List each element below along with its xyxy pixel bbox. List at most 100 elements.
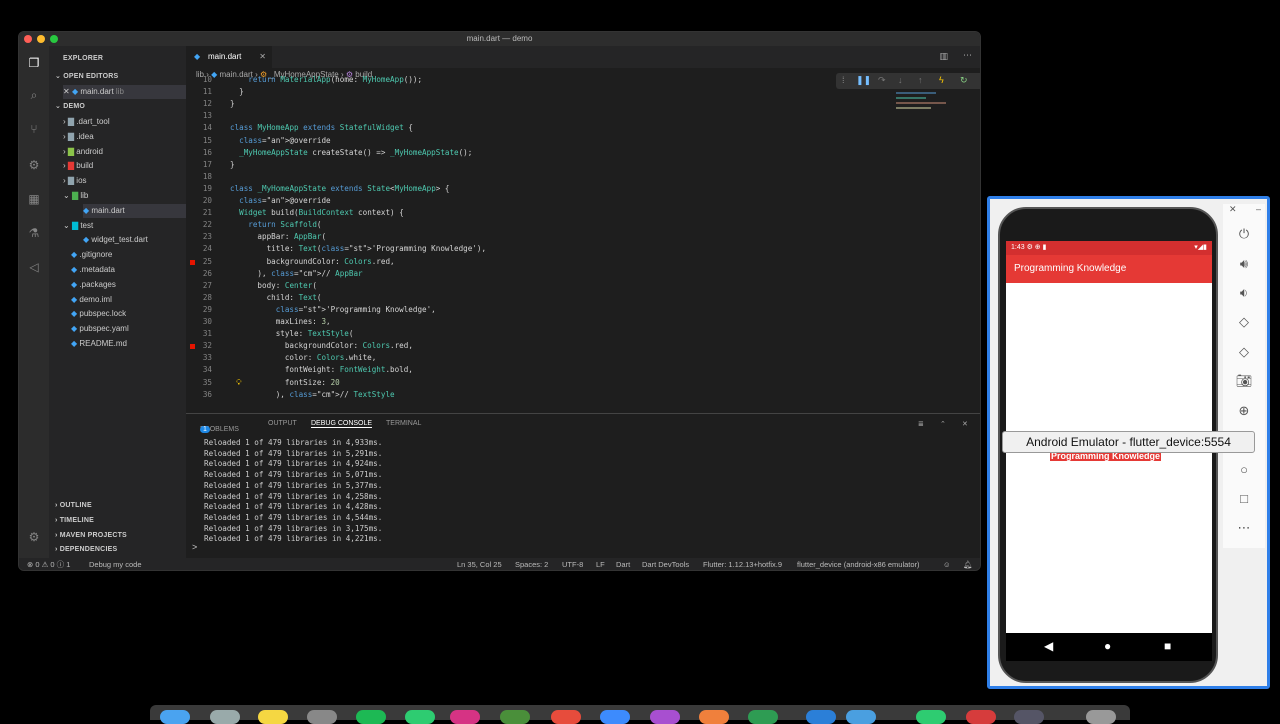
zoom-icon[interactable]: ⊕ xyxy=(1223,403,1265,419)
more-icon[interactable]: ⋯ xyxy=(1223,520,1265,536)
app-icon-green-2[interactable] xyxy=(916,710,946,724)
code-line[interactable]: ), class="cm">// TextStyle xyxy=(230,389,395,401)
volume-up-icon[interactable]: 🔊︎ xyxy=(1223,256,1265,272)
code-line[interactable]: class MyHomeApp extends StatefulWidget { xyxy=(230,122,413,134)
code-line[interactable]: appBar: AppBar( xyxy=(230,231,326,243)
flutter-version[interactable]: Flutter: 1.12.13+hotfix.9 xyxy=(703,558,782,570)
firefox-icon[interactable] xyxy=(699,710,729,724)
code-line[interactable]: Widget build(BuildContext context) { xyxy=(230,207,404,219)
spotify-icon[interactable] xyxy=(356,710,386,724)
code-line[interactable]: fontSize: 20 xyxy=(230,377,340,389)
device-selector[interactable]: flutter_device (android-x86 emulator) xyxy=(797,558,920,570)
recents-icon[interactable]: ■ xyxy=(1164,639,1171,653)
close-panel-icon[interactable]: ✕ xyxy=(962,420,968,428)
files-icon[interactable]: ❐ xyxy=(27,56,41,70)
settings-gear-icon[interactable]: ⚙ xyxy=(27,530,41,544)
filter-icon[interactable]: ≣ xyxy=(918,420,924,428)
open-editor-item[interactable]: ✕ ◆ main.dart lib xyxy=(63,85,186,99)
launchpad-icon[interactable] xyxy=(210,710,240,724)
open-editors-header[interactable]: ⌄ OPEN EDITORS xyxy=(55,70,192,84)
code-line[interactable]: maxLines: 3, xyxy=(230,316,331,328)
code-line[interactable]: class _MyHomeAppState extends State<MyHo… xyxy=(230,183,450,195)
code-line[interactable]: child: Text( xyxy=(230,292,322,304)
file-tree-item[interactable]: › ▇ build xyxy=(63,159,200,173)
minimize-window-button[interactable] xyxy=(37,35,45,43)
lightbulb-icon[interactable]: 💡︎ xyxy=(236,377,242,389)
notifications-icon[interactable]: 🔔︎ xyxy=(963,558,973,570)
devtools[interactable]: Dart DevTools xyxy=(642,558,689,570)
flutter-icon[interactable]: ◁ xyxy=(27,260,41,274)
tab-output[interactable]: OUTPUT xyxy=(268,420,297,427)
code-line[interactable]: _MyHomeAppState createState() => _MyHome… xyxy=(230,147,472,159)
file-tree-item[interactable]: › ▇ android xyxy=(63,145,200,159)
tab-debug-console[interactable]: DEBUG CONSOLE xyxy=(311,420,373,428)
android-studio-icon[interactable] xyxy=(748,710,778,724)
language-mode[interactable]: Dart xyxy=(616,558,630,570)
cursor-position[interactable]: Ln 35, Col 25 xyxy=(457,558,502,570)
outline-header[interactable]: › OUTLINE xyxy=(55,499,192,513)
problems-status[interactable]: ⊗ 0 ⚠ 0 ⓘ 1 xyxy=(27,558,70,570)
console-prompt[interactable]: > xyxy=(192,542,197,552)
timeline-header[interactable]: › TIMELINE xyxy=(55,514,192,528)
overview-icon[interactable]: □ xyxy=(1223,491,1265,506)
zoom-window-button[interactable] xyxy=(50,35,58,43)
code-line[interactable]: return MaterialApp(home: MyHomeApp()); xyxy=(230,74,422,86)
xd-icon[interactable] xyxy=(450,710,480,724)
test-icon[interactable]: ⚗ xyxy=(27,226,41,240)
app-icon-red-2[interactable] xyxy=(966,710,996,724)
minimap[interactable] xyxy=(896,84,966,164)
more-actions-icon[interactable]: ⋯ xyxy=(963,50,972,61)
code-line[interactable]: class="an">@override xyxy=(230,135,330,147)
system-prefs-icon[interactable] xyxy=(307,710,337,724)
source-control-icon[interactable]: ⑂ xyxy=(27,122,41,136)
trash-icon[interactable] xyxy=(1086,710,1116,724)
app-icon-green[interactable] xyxy=(405,710,435,724)
plant-icon[interactable] xyxy=(500,710,530,724)
code-line[interactable]: backgroundColor: Colors.red, xyxy=(230,256,395,268)
code-line[interactable]: return Scaffold( xyxy=(230,219,321,231)
search-icon[interactable]: ⌕ xyxy=(27,88,41,102)
code-line[interactable]: } xyxy=(230,98,235,110)
file-tree-item[interactable]: › ▇ ios xyxy=(63,174,200,188)
rotate-left-icon[interactable]: ◇ xyxy=(1223,314,1265,330)
rotate-right-icon[interactable]: ◇ xyxy=(1223,344,1265,360)
app-icon-dark[interactable] xyxy=(1014,710,1044,724)
app-icon-blue[interactable] xyxy=(600,710,630,724)
close-tab-icon[interactable]: ✕ xyxy=(259,46,266,68)
indentation[interactable]: Spaces: 2 xyxy=(515,558,548,570)
file-tree-item[interactable]: ⌄ ▇ test xyxy=(63,219,200,233)
close-window-button[interactable] xyxy=(24,35,32,43)
feedback-icon[interactable]: ☺ xyxy=(943,558,951,570)
maven-header[interactable]: › MAVEN PROJECTS xyxy=(55,529,192,543)
home-button-icon[interactable]: ○ xyxy=(1223,462,1265,477)
extensions-icon[interactable]: ▦ xyxy=(27,192,41,206)
code-line[interactable]: fontWeight: FontWeight.bold, xyxy=(230,364,413,376)
app-icon-red[interactable] xyxy=(551,710,581,724)
file-tree-item[interactable]: › ▇ .idea xyxy=(63,130,200,144)
volume-down-icon[interactable]: 🔉︎ xyxy=(1223,285,1265,301)
tab-terminal[interactable]: TERMINAL xyxy=(386,420,421,427)
dependencies-header[interactable]: › DEPENDENCIES xyxy=(55,543,192,557)
code-line[interactable]: class="an">@override xyxy=(230,195,330,207)
eol[interactable]: LF xyxy=(596,558,605,570)
debug-status[interactable]: Debug my code xyxy=(89,558,142,570)
code-line[interactable]: ), class="cm">// AppBar xyxy=(230,268,362,280)
code-line[interactable]: color: Colors.white, xyxy=(230,352,376,364)
file-tree-item[interactable]: › ▇ .dart_tool xyxy=(63,115,200,129)
finder-icon[interactable] xyxy=(160,710,190,724)
code-line[interactable]: body: Center( xyxy=(230,280,316,292)
tab-main-dart[interactable]: ◆ main.dart ✕ xyxy=(186,46,272,68)
minimize-emulator-icon[interactable]: – xyxy=(1223,204,1265,214)
code-line[interactable]: backgroundColor: Colors.red, xyxy=(230,340,413,352)
code-line[interactable]: } xyxy=(230,86,244,98)
maximize-panel-icon[interactable]: ⌃ xyxy=(940,420,946,428)
encoding[interactable]: UTF-8 xyxy=(562,558,583,570)
project-header[interactable]: ⌄ DEMO xyxy=(55,100,192,114)
code-editor[interactable]: 10 return MaterialApp(home: MyHomeApp())… xyxy=(186,75,886,408)
split-editor-icon[interactable]: ▥ xyxy=(939,51,948,62)
home-icon[interactable]: ● xyxy=(1104,639,1111,653)
back-icon[interactable]: ◀ xyxy=(1044,639,1053,653)
file-tree-item[interactable]: ⌄ ▇ lib xyxy=(63,189,200,203)
breakpoint-marker[interactable] xyxy=(190,344,195,350)
app-icon-lightblue[interactable] xyxy=(846,710,876,724)
